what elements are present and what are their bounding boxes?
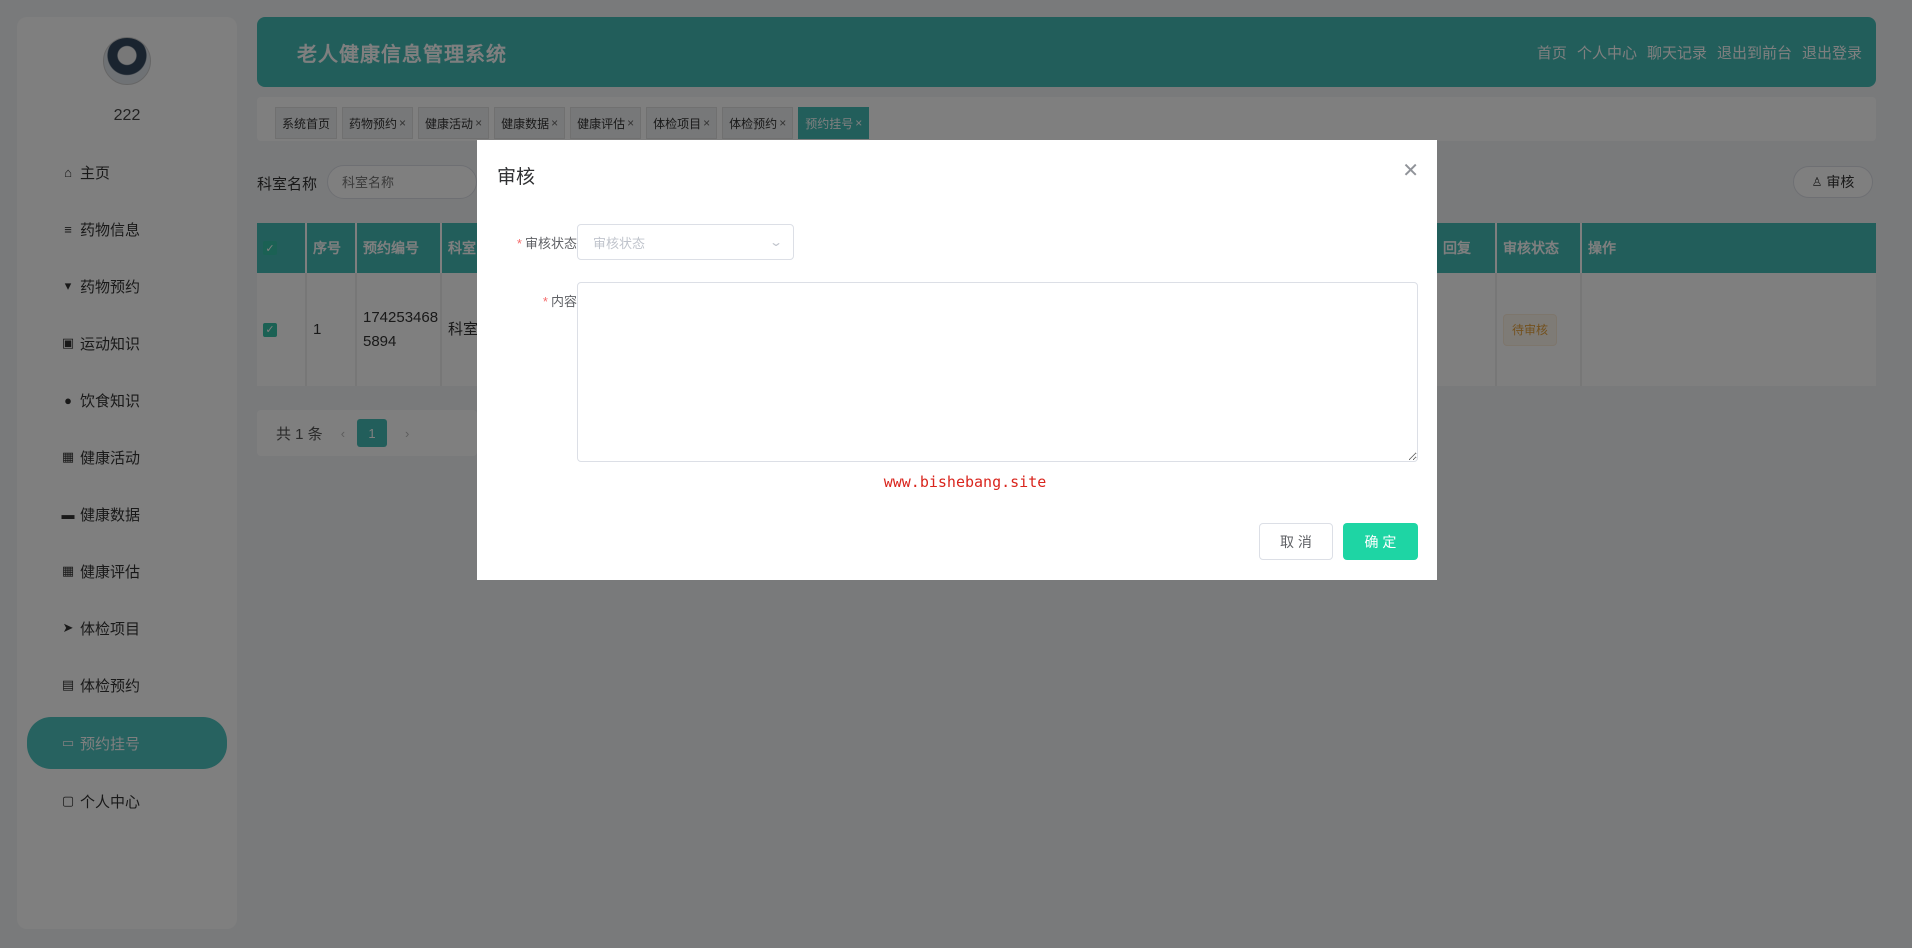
close-icon[interactable]: ✕ xyxy=(1402,158,1419,183)
mouse-cursor-icon: ➚ xyxy=(480,235,497,257)
content-field-label: * 内容 xyxy=(542,294,577,309)
content-textarea[interactable] xyxy=(577,282,1418,462)
required-asterisk: * xyxy=(542,294,548,309)
chevron-down-icon: ⌄ xyxy=(768,235,784,249)
audit-dialog: 审核 ✕ * 审核状态 审核状态 ⌄ * 内容 www.bishebang.site… xyxy=(477,140,1437,580)
watermark-text: www.bishebang.site xyxy=(883,473,1047,491)
audit-status-select[interactable]: 审核状态 ⌄ xyxy=(577,224,794,260)
confirm-button[interactable]: 确 定 xyxy=(1343,523,1418,560)
cancel-button[interactable]: 取 消 xyxy=(1259,523,1333,560)
dialog-title: 审核 xyxy=(497,167,536,188)
audit-status-placeholder: 审核状态 xyxy=(593,235,646,251)
required-asterisk: * xyxy=(516,236,522,251)
